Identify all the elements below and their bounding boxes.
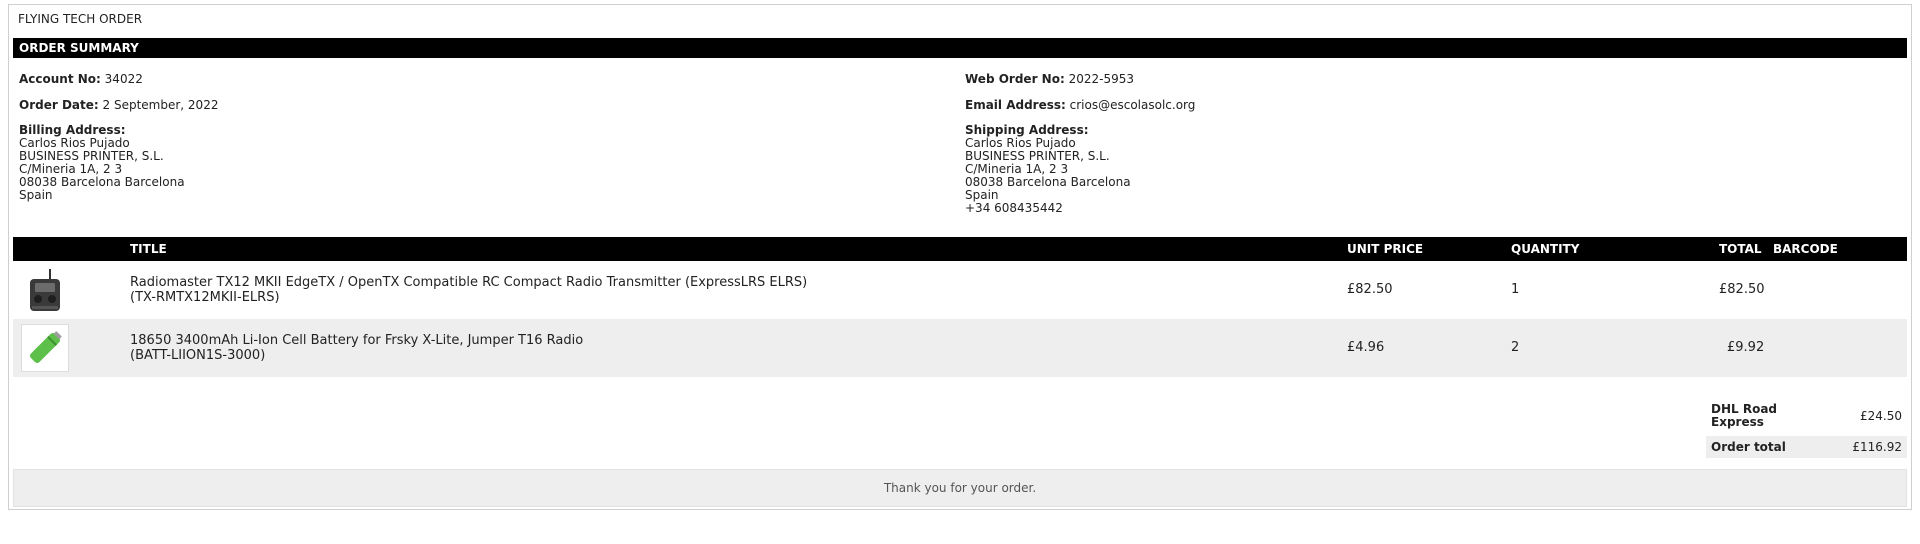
order-summary-bar: ORDER SUMMARY [13,38,1907,58]
shipping-method-line: Express [1711,415,1764,429]
item-unit-price: £82.50 [1347,282,1393,297]
col-unit-price: UNIT PRICE [1347,242,1424,256]
email-value[interactable]: crios@escolasolc.org [1070,98,1196,112]
item-title: 18650 3400mAh Li-Ion Cell Battery for Fr… [130,333,583,363]
email-address: Email Address: crios@escolasolc.org [965,99,1195,112]
order-total-label: Order total [1711,440,1786,454]
col-total: TOTAL [1719,242,1762,256]
shipping-method: DHL Road Express [1711,403,1777,429]
store-brand: FLYING TECH ORDER [18,12,143,26]
item-sku: (BATT-LIION1S-3000) [130,348,266,363]
email-label: Email Address: [965,98,1066,112]
item-name: Radiomaster TX12 MKII EdgeTX / OpenTX Co… [130,275,808,290]
item-unit-price: £4.96 [1347,340,1385,355]
billing-line: Spain [19,188,53,202]
shipping-cost: £24.50 [1860,409,1902,423]
col-title: TITLE [130,242,167,256]
order-date-value: 2 September, 2022 [102,98,219,112]
item-quantity: 1 [1511,282,1520,297]
web-order-label: Web Order No: [965,72,1065,86]
col-quantity: QUANTITY [1511,242,1580,256]
item-total: £82.50 [1719,282,1765,297]
item-title: Radiomaster TX12 MKII EdgeTX / OpenTX Co… [130,275,807,305]
radio-transmitter-icon [21,266,69,314]
web-order-number: Web Order No: 2022-5953 [965,73,1134,86]
account-label: Account No: [19,72,101,86]
web-order-value: 2022-5953 [1068,72,1134,86]
col-barcode: BARCODE [1773,242,1838,256]
item-name: 18650 3400mAh Li-Ion Cell Battery for Fr… [130,333,584,348]
table-row: Radiomaster TX12 MKII EdgeTX / OpenTX Co… [13,261,1907,319]
account-number: Account No: 34022 [19,73,143,86]
order-date: Order Date: 2 September, 2022 [19,99,218,112]
shipping-phone: +34 608435442 [965,201,1063,215]
items-table-header: TITLE UNIT PRICE QUANTITY TOTAL BARCODE [13,237,1907,261]
battery-icon [21,324,69,372]
shipping-address: Shipping Address: Carlos Rios Pujado BUS… [965,124,1131,215]
table-row: 18650 3400mAh Li-Ion Cell Battery for Fr… [13,319,1907,377]
item-sku: (TX-RMTX12MKII-ELRS) [130,290,280,305]
item-total: £9.92 [1727,340,1765,355]
thank-you-footer: Thank you for your order. [13,469,1907,507]
item-quantity: 2 [1511,340,1520,355]
account-value: 34022 [104,72,143,86]
order-total-value: £116.92 [1852,440,1902,454]
order-date-label: Order Date: [19,98,99,112]
billing-address: Billing Address: Carlos Rios Pujado BUSI… [19,124,185,202]
